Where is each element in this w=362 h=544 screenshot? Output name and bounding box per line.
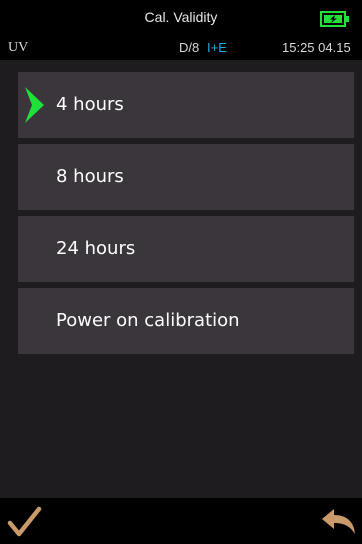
battery-charging-icon: [320, 11, 349, 27]
checkmark-icon[interactable]: [4, 501, 44, 541]
title-bar: Cal. Validity: [0, 0, 362, 36]
geometry-label: D/8: [179, 40, 200, 55]
bottom-bar: [0, 498, 362, 544]
option-8-hours[interactable]: 8 hours: [18, 144, 354, 210]
status-bar: UV D/8 I+E 15:25 04.15: [0, 36, 362, 60]
light-source-label: UV: [8, 40, 29, 55]
option-label: 24 hours: [56, 238, 136, 259]
screen: Cal. Validity UV D/8 I+E 15:25 04.15 4 h…: [0, 0, 362, 544]
option-4-hours[interactable]: 4 hours: [18, 72, 354, 138]
clock-label: 15:25 04.15: [282, 40, 351, 55]
option-power-on-calibration[interactable]: Power on calibration: [18, 288, 354, 354]
page-title: Cal. Validity: [144, 9, 218, 25]
option-label: 4 hours: [56, 94, 124, 115]
measure-mode-label: I+E: [207, 40, 227, 55]
option-label: 8 hours: [56, 166, 124, 187]
selection-arrow-icon: [25, 87, 44, 123]
option-label: Power on calibration: [56, 310, 240, 331]
back-arrow-icon[interactable]: [318, 501, 358, 541]
option-24-hours[interactable]: 24 hours: [18, 216, 354, 282]
